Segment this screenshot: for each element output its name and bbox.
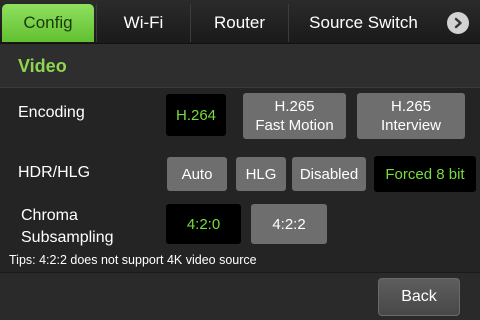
hdr-label: HDR/HLG [18,164,91,181]
hdr-disabled-button[interactable]: Disabled [292,157,366,191]
chroma-422-button[interactable]: 4:2:2 [251,204,327,244]
chroma-420-button[interactable]: 4:2:0 [166,204,241,244]
hdr-auto-button[interactable]: Auto [167,157,227,191]
encoding-h264-button[interactable]: H.264 [166,94,226,136]
chroma-label: Chroma Subsampling [21,207,114,246]
tab-bar: Config Wi-Fi Router Source Switch [0,0,480,44]
tips-text: Tips: 4:2:2 does not support 4K video so… [9,253,257,267]
tab-source-switch[interactable]: Source Switch [288,4,438,42]
chevron-right-icon[interactable] [447,12,469,34]
hdr-hlg-button[interactable]: HLG [236,157,286,191]
tab-config[interactable]: Config [2,4,94,42]
section-header: Video [0,44,480,88]
section-title: Video [18,56,67,76]
encoding-label: Encoding [18,104,85,121]
encoding-h265-fast-motion-button[interactable]: H.265 Fast Motion [243,93,346,139]
encoding-h265-interview-button[interactable]: H.265 Interview [357,93,465,139]
back-button[interactable]: Back [378,278,460,316]
tab-router[interactable]: Router [190,4,288,42]
hdr-forced-8bit-button[interactable]: Forced 8 bit [374,156,476,192]
tab-wifi[interactable]: Wi-Fi [96,4,190,42]
